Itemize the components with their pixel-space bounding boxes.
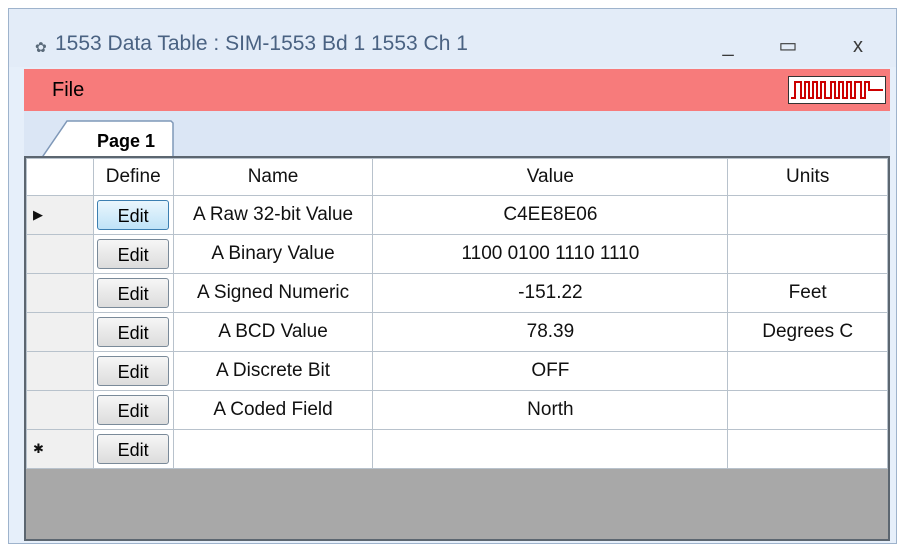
data-table: Define Name Value Units ▶ Edit A Raw 32-… [26,158,888,469]
edit-button[interactable]: Edit [97,356,170,386]
value-cell[interactable]: North [372,390,729,430]
table-row[interactable]: Edit A Coded Field North [26,390,888,430]
data-grid: Define Name Value Units ▶ Edit A Raw 32-… [24,156,890,541]
column-header-value[interactable]: Value [372,158,729,196]
edit-button[interactable]: Edit [97,434,170,464]
units-cell[interactable] [727,234,888,274]
app-icon: ✿ [35,39,47,55]
row-header[interactable] [26,273,94,313]
tab-label: Page 1 [97,131,156,151]
corner-cell [26,158,94,196]
units-cell[interactable] [727,429,888,469]
define-cell: Edit [92,429,174,469]
name-cell[interactable]: A Binary Value [172,234,374,274]
name-cell[interactable] [172,429,374,469]
value-cell[interactable]: OFF [372,351,729,391]
close-button[interactable]: x [843,31,873,61]
tab-page-1[interactable]: Page 1 [41,119,174,160]
new-row[interactable]: ✱ Edit [26,429,888,469]
edit-button[interactable]: Edit [97,395,170,425]
define-cell: Edit [92,351,174,391]
maximize-button[interactable]: ▭ [773,31,803,61]
edit-button[interactable]: Edit [97,200,170,230]
define-cell: Edit [92,390,174,430]
name-cell[interactable]: A BCD Value [172,312,374,352]
row-header[interactable] [26,390,94,430]
tab-strip: Page 1 [24,111,890,160]
row-header[interactable] [26,234,94,274]
name-cell[interactable]: A Discrete Bit [172,351,374,391]
units-cell[interactable]: Degrees C [727,312,888,352]
new-row-asterisk-icon[interactable]: ✱ [26,429,94,469]
units-cell[interactable] [727,390,888,430]
value-cell[interactable]: C4EE8E06 [372,195,729,235]
signal-waveform-icon[interactable] [788,76,886,104]
edit-button[interactable]: Edit [97,278,170,308]
table-row[interactable]: Edit A Signed Numeric -151.22 Feet [26,273,888,313]
edit-button[interactable]: Edit [97,317,170,347]
define-cell: Edit [92,312,174,352]
name-cell[interactable]: A Signed Numeric [172,273,374,313]
edit-button[interactable]: Edit [97,239,170,269]
minimize-button[interactable]: _ [713,31,743,61]
define-cell: Edit [92,234,174,274]
value-cell[interactable] [372,429,729,469]
menu-file[interactable]: File [52,79,84,102]
title-bar[interactable]: ✿ 1553 Data Table : SIM-1553 Bd 1 1553 C… [9,9,896,67]
table-row[interactable]: Edit A Binary Value 1100 0100 1110 1110 [26,234,888,274]
units-cell[interactable]: Feet [727,273,888,313]
value-cell[interactable]: -151.22 [372,273,729,313]
column-header-units[interactable]: Units [727,158,888,196]
window-title: 1553 Data Table : SIM-1553 Bd 1 1553 Ch … [55,32,468,55]
header-row: Define Name Value Units [26,158,888,196]
value-cell[interactable]: 1100 0100 1110 1110 [372,234,729,274]
column-header-define[interactable]: Define [92,158,174,196]
column-header-name[interactable]: Name [172,158,374,196]
table-row[interactable]: Edit A BCD Value 78.39 Degrees C [26,312,888,352]
name-cell[interactable]: A Coded Field [172,390,374,430]
table-row[interactable]: Edit A Discrete Bit OFF [26,351,888,391]
define-cell: Edit [92,273,174,313]
units-cell[interactable] [727,351,888,391]
data-table-window: ✿ 1553 Data Table : SIM-1553 Bd 1 1553 C… [8,8,897,544]
row-header[interactable] [26,312,94,352]
menu-bar: File [24,69,890,111]
row-selector-icon[interactable]: ▶ [26,195,94,235]
units-cell[interactable] [727,195,888,235]
table-row[interactable]: ▶ Edit A Raw 32-bit Value C4EE8E06 [26,195,888,235]
define-cell: Edit [92,195,174,235]
row-header[interactable] [26,351,94,391]
value-cell[interactable]: 78.39 [372,312,729,352]
name-cell[interactable]: A Raw 32-bit Value [172,195,374,235]
